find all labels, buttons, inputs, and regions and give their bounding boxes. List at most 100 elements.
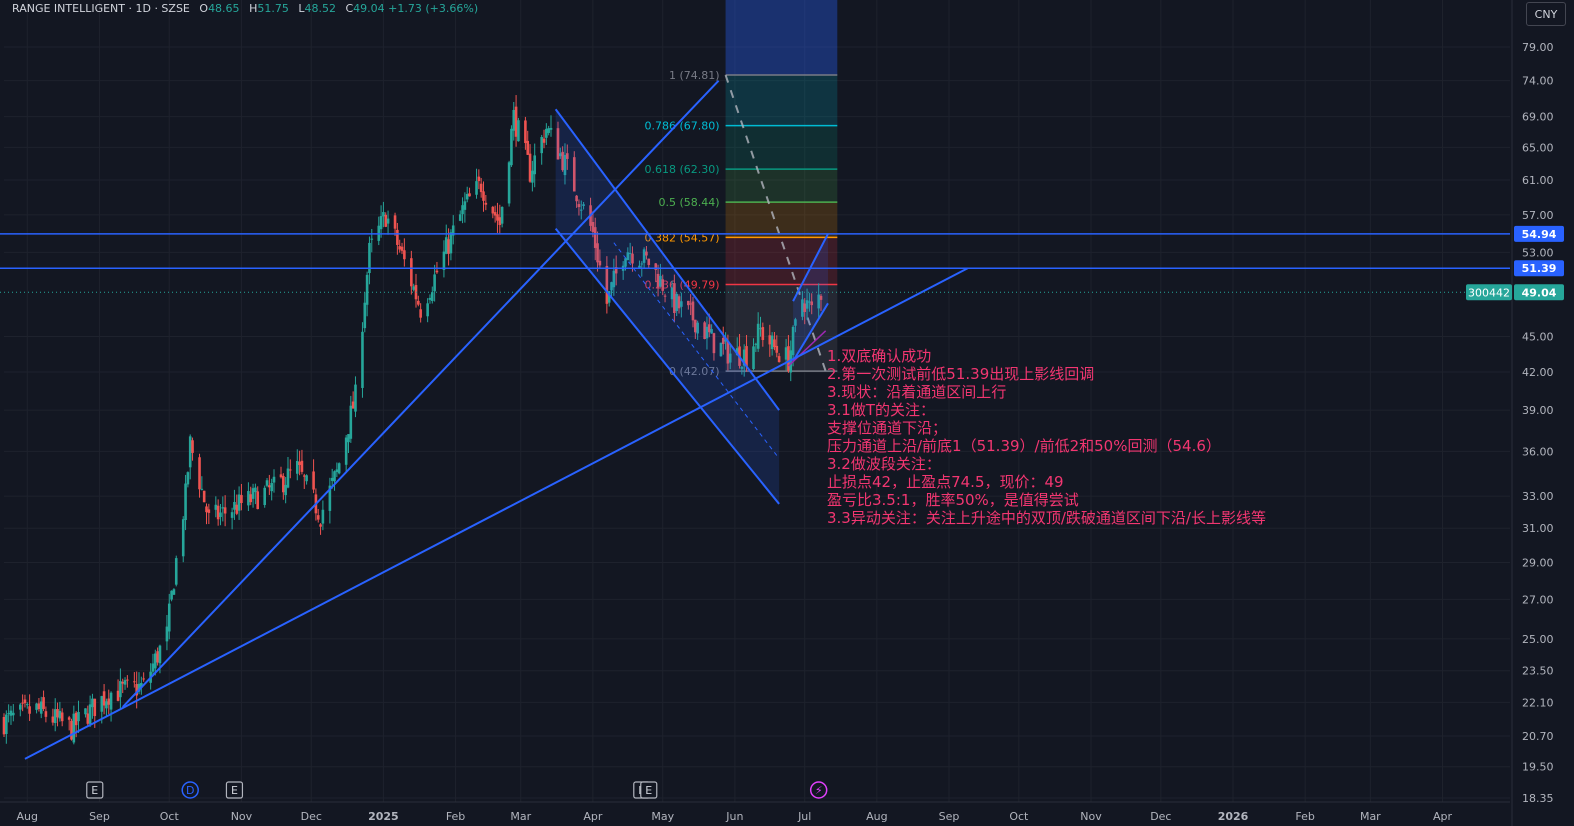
price-bar-body	[484, 202, 488, 205]
note-line: 3.3异动关注：关注上升途中的双顶/跌破通道区间下沿/长上影线等	[827, 509, 1266, 527]
price-bar-body	[500, 206, 504, 224]
price-bar-body	[151, 663, 155, 672]
price-bar-body	[44, 711, 48, 717]
price-bar-body	[167, 603, 171, 632]
note-line: 3.1做T的关注：	[827, 401, 936, 419]
y-tick-label: 53.00	[1522, 246, 1554, 259]
price-bar-body	[540, 137, 543, 154]
price-bar-body	[205, 506, 208, 513]
price-bar-body	[398, 246, 402, 250]
price-bar-body	[517, 120, 520, 142]
price-bar-body	[775, 345, 779, 353]
symbol-code-tag: 300442	[1468, 286, 1510, 299]
event-marker-label: E	[231, 784, 238, 797]
price-bar-body	[72, 713, 76, 743]
current-price-tag: 49.04	[1522, 286, 1557, 299]
price-bar-body	[510, 128, 513, 166]
price-bar-body	[219, 512, 222, 518]
note-line: 2.第一次测试前低51.39出现上影线回调	[827, 365, 1095, 383]
price-bar-body	[382, 212, 385, 217]
price-bar-body	[23, 699, 27, 704]
price-bar-body	[754, 343, 758, 345]
price-bar-body	[249, 494, 253, 503]
price-bar-body	[116, 690, 120, 701]
y-tick-label: 36.00	[1522, 445, 1554, 458]
close-value: 49.04	[353, 2, 385, 15]
price-bar-body	[256, 491, 260, 510]
price-bar-body	[42, 697, 45, 709]
price-bar-body	[235, 504, 239, 514]
price-bar-body	[449, 232, 453, 254]
price-bar-body	[347, 434, 350, 443]
price-bar-body	[447, 239, 450, 254]
price-bar-body	[272, 476, 276, 483]
price-tag: 54.94	[1522, 228, 1557, 241]
currency-button[interactable]: CNY	[1526, 2, 1566, 26]
price-chart[interactable]: 79.00 74.00 69.00 65.00 61.00 57.00 53.00 45.00…	[0, 0, 1574, 826]
price-bar-body	[458, 214, 462, 221]
y-tick-label: 23.50	[1522, 665, 1554, 678]
price-bar-body	[202, 490, 206, 503]
event-marker-label: E	[645, 784, 652, 797]
y-tick-label: 25.00	[1522, 633, 1554, 646]
y-tick-label: 31.00	[1522, 522, 1554, 535]
price-bar-body	[386, 218, 390, 224]
fib-zone	[725, 202, 838, 238]
low-value: 48.52	[304, 2, 336, 15]
price-bar-body	[279, 474, 283, 478]
price-bar-body	[251, 488, 255, 499]
price-bar-body	[784, 347, 788, 360]
price-bar-body	[247, 491, 250, 506]
x-tick-label: 2025	[368, 810, 399, 823]
price-bar-body	[302, 475, 306, 477]
x-tick-label: Apr	[583, 810, 603, 823]
note-line: 压力通道上沿/前底1（51.39）/前低2和50%回测（54.6）	[827, 437, 1221, 455]
price-bar-body	[174, 558, 178, 585]
price-bar-body	[759, 328, 762, 330]
price-bar-body	[107, 698, 111, 705]
price-bar-body	[479, 183, 483, 193]
price-bar-body	[433, 274, 436, 292]
price-bar-body	[351, 401, 355, 409]
price-bar-body	[28, 706, 31, 714]
price-bar-body	[60, 712, 64, 722]
price-bar-body	[35, 703, 38, 710]
price-bar-body	[158, 645, 162, 664]
price-bar-body	[349, 405, 353, 439]
price-bar-body	[58, 710, 62, 719]
price-bar-body	[507, 162, 511, 204]
price-bar-body	[442, 251, 446, 270]
price-bar-body	[142, 678, 145, 680]
price-bar-body	[12, 712, 15, 716]
price-bar-body	[312, 471, 315, 490]
price-bar-body	[514, 106, 518, 137]
price-bar-body	[84, 708, 87, 715]
price-bar-body	[526, 140, 530, 155]
price-bar-body	[51, 716, 55, 723]
note-line: 3.2做波段关注：	[827, 455, 941, 473]
price-bar-body	[123, 680, 127, 685]
fib-zone	[725, 125, 838, 170]
price-bar-body	[745, 346, 748, 367]
price-bar-body	[337, 463, 341, 474]
price-bar-body	[333, 471, 336, 482]
price-bar-body	[88, 704, 92, 724]
price-bar-body	[363, 302, 367, 329]
x-tick-label: Oct	[160, 810, 180, 823]
price-bar-body	[9, 710, 13, 716]
price-bar-body	[468, 193, 471, 197]
price-bar-body	[93, 698, 97, 717]
price-bar-body	[403, 250, 406, 260]
price-bar-body	[426, 303, 429, 317]
x-tick-label: Feb	[446, 810, 465, 823]
price-bar-body	[419, 309, 422, 318]
price-bar-body	[25, 704, 29, 706]
price-bar-body	[214, 504, 218, 510]
x-tick-label: Dec	[301, 810, 322, 823]
y-tick-label: 20.70	[1522, 730, 1554, 743]
change-value: +1.73 (+3.66%)	[388, 2, 479, 15]
price-bar-body	[461, 205, 464, 215]
fib-zone	[725, 75, 838, 126]
price-bar-body	[233, 502, 236, 510]
x-tick-label: Aug	[866, 810, 887, 823]
